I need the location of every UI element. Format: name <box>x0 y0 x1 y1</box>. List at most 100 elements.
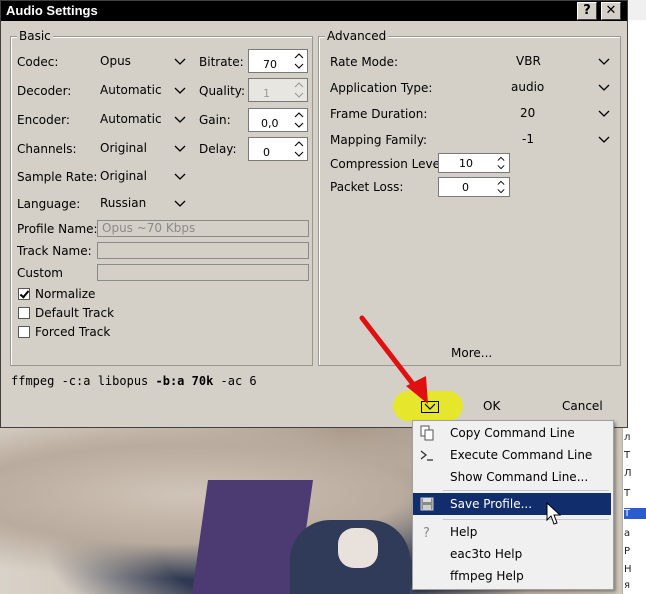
encoder-label: Encoder: <box>17 113 70 127</box>
profile-name-field[interactable]: Opus ~70 Kbps <box>97 220 309 237</box>
default-track-checkbox[interactable] <box>18 307 30 319</box>
chevron-down-icon <box>598 136 610 143</box>
spin-arrows-icon[interactable] <box>293 139 305 159</box>
mapping-family-label: Mapping Family: <box>330 133 428 147</box>
normalize-checkbox[interactable] <box>18 288 30 300</box>
context-menu: Copy Command Line Execute Command Line S… <box>412 420 614 590</box>
help-title-button[interactable]: ? <box>577 2 597 20</box>
bitrate-value: 70 <box>263 58 277 71</box>
command-line-bitrate-flag: -b:a 70k <box>155 374 214 388</box>
forced-track-label[interactable]: Forced Track <box>35 325 110 339</box>
gain-value: 0,0 <box>261 117 279 130</box>
background-list-item: T <box>624 488 631 499</box>
menu-item-eac3to-help[interactable]: eac3to Help <box>413 543 611 565</box>
mouse-cursor-icon <box>546 502 562 525</box>
menu-item-label: Save Profile... <box>450 497 533 511</box>
menu-item-ffmpeg-help[interactable]: ffmpeg Help <box>413 565 611 587</box>
menu-item-execute-command-line[interactable]: Execute Command Line <box>413 444 611 466</box>
chevron-down-icon <box>174 58 186 65</box>
chevron-down-icon <box>598 58 610 65</box>
menu-separator <box>443 519 609 520</box>
decoder-value: Automatic <box>100 83 162 97</box>
background-list-item-selected: T <box>624 508 646 519</box>
quality-spinner[interactable]: 1 <box>248 78 308 102</box>
menu-item-label: Help <box>450 525 478 539</box>
compression-level-value: 10 <box>459 157 473 170</box>
copy-icon <box>420 425 434 441</box>
menu-item-label: Copy Command Line <box>450 426 575 440</box>
help-icon: ? <box>423 526 430 540</box>
spin-arrows-icon[interactable] <box>495 179 507 195</box>
gain-spinner[interactable]: 0,0 <box>248 108 308 132</box>
application-type-value: audio <box>511 80 545 94</box>
frame-duration-value: 20 <box>520 106 536 120</box>
chevron-down-icon <box>598 110 610 117</box>
custom-label: Custom <box>17 266 63 280</box>
bitrate-label: Bitrate: <box>199 55 244 69</box>
more-link[interactable]: More... <box>451 346 492 360</box>
rate-mode-label: Rate Mode: <box>330 55 399 69</box>
compression-level-label: Compression Level: <box>330 157 448 171</box>
save-icon <box>420 497 434 511</box>
basic-group-title: Basic <box>17 29 53 43</box>
menu-separator <box>443 490 609 491</box>
svg-text:?: ? <box>423 526 430 540</box>
quality-value: 1 <box>263 87 270 100</box>
compression-level-spinner[interactable]: 10 <box>438 153 510 173</box>
command-line-prefix: ffmpeg -c:a libopus <box>11 374 156 388</box>
background-list-item: я <box>624 580 631 591</box>
language-value: Russian <box>100 196 147 210</box>
ok-button[interactable]: OK <box>483 399 500 413</box>
advanced-group-title: Advanced <box>325 29 389 43</box>
title-bar[interactable]: Audio Settings ? ✕ <box>1 1 627 21</box>
cancel-button[interactable]: Cancel <box>562 399 603 413</box>
menu-item-copy-command-line[interactable]: Copy Command Line <box>413 422 611 444</box>
default-track-label[interactable]: Default Track <box>35 306 114 320</box>
chevron-down-icon <box>598 84 610 91</box>
frame-duration-label: Frame Duration: <box>330 107 428 121</box>
spin-arrows-icon[interactable] <box>495 155 507 171</box>
menu-item-label: Execute Command Line <box>450 448 593 462</box>
chevron-down-icon <box>174 87 186 94</box>
gain-label: Gain: <box>199 113 231 127</box>
menu-item-help[interactable]: ? Help <box>413 521 611 543</box>
delay-label: Delay: <box>199 142 237 156</box>
normalize-label[interactable]: Normalize <box>35 287 95 301</box>
window-title: Audio Settings <box>6 3 98 18</box>
chevron-down-icon <box>174 200 186 207</box>
custom-field[interactable] <box>97 264 309 281</box>
profile-name-label: Profile Name: <box>17 222 98 236</box>
menu-item-save-profile[interactable]: Save Profile... <box>413 493 611 515</box>
background-list-item: Л <box>624 468 632 479</box>
codec-label: Codec: <box>17 55 59 69</box>
mapping-family-value: -1 <box>522 132 534 146</box>
spin-arrows-icon[interactable] <box>293 51 305 71</box>
forced-track-checkbox[interactable] <box>18 326 30 338</box>
background-list-item: P <box>624 546 631 557</box>
delay-value: 0 <box>263 146 270 159</box>
quality-label: Quality: <box>199 84 246 98</box>
menu-item-label: eac3to Help <box>450 547 523 561</box>
sample-rate-label: Sample Rate: <box>17 170 98 184</box>
annotation-arrow-icon <box>359 315 428 404</box>
background-list-item: л <box>624 432 631 443</box>
codec-value: Opus <box>100 54 131 68</box>
command-line-preview: ffmpeg -c:a libopus -b:a 70k -ac 6 <box>11 374 257 388</box>
menu-item-show-command-line[interactable]: Show Command Line... <box>413 466 611 488</box>
menu-item-label: Show Command Line... <box>450 470 589 484</box>
chevron-down-icon <box>174 116 186 123</box>
application-type-label: Application Type: <box>330 81 433 95</box>
track-name-field[interactable] <box>97 242 309 259</box>
spin-arrows-icon[interactable] <box>293 80 305 100</box>
terminal-icon <box>420 450 433 461</box>
encoder-value: Automatic <box>100 112 162 126</box>
delay-spinner[interactable]: 0 <box>248 137 308 161</box>
artwork-hand-shape <box>338 528 378 568</box>
bitrate-spinner[interactable]: 70 <box>248 49 308 73</box>
close-title-button[interactable]: ✕ <box>601 2 621 20</box>
background-list-item: a <box>624 528 631 539</box>
background-list-item: H <box>624 564 632 575</box>
sample-rate-value: Original <box>100 169 147 183</box>
packet-loss-spinner[interactable]: 0 <box>438 177 510 197</box>
spin-arrows-icon[interactable] <box>293 110 305 130</box>
